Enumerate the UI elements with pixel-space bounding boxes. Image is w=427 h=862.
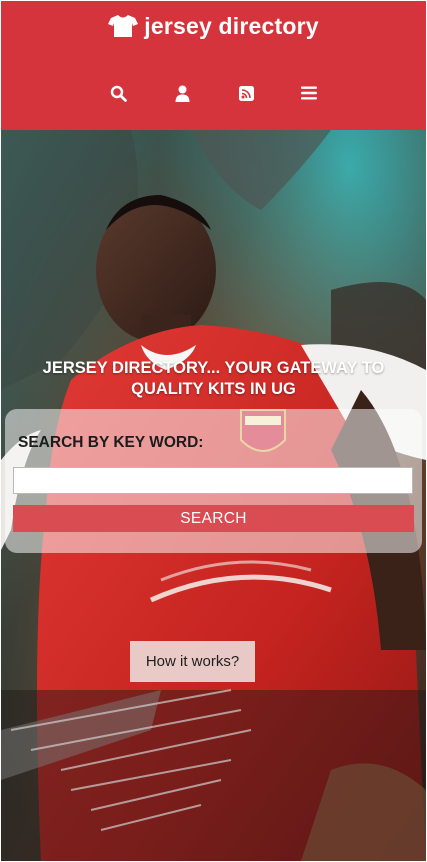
site-header: jersey directory [1, 1, 426, 130]
search-label: SEARCH BY KEY WORD: [18, 434, 204, 451]
brand-name: jersey directory [144, 13, 319, 39]
page: jersey directory JERSEY DIRECTORY... YOU… [1, 1, 426, 861]
hero-tagline: JERSEY DIRECTORY... YOUR GATEWAY TO QUAL… [42, 359, 385, 398]
search-input[interactable] [13, 467, 413, 494]
main-nav [1, 81, 426, 105]
search-icon[interactable] [106, 81, 130, 105]
rss-icon[interactable] [234, 81, 258, 105]
tshirt-icon [108, 14, 139, 44]
hero-section: JERSEY DIRECTORY... YOUR GATEWAY TO QUAL… [1, 130, 426, 861]
how-it-works-button[interactable]: How it works? [130, 641, 255, 682]
search-panel: SEARCH BY KEY WORD: SEARCH [5, 409, 422, 553]
brand-logo[interactable]: jersey directory [1, 13, 426, 44]
user-icon[interactable] [170, 81, 194, 105]
search-button[interactable]: SEARCH [13, 505, 414, 532]
menu-icon[interactable] [297, 81, 321, 105]
